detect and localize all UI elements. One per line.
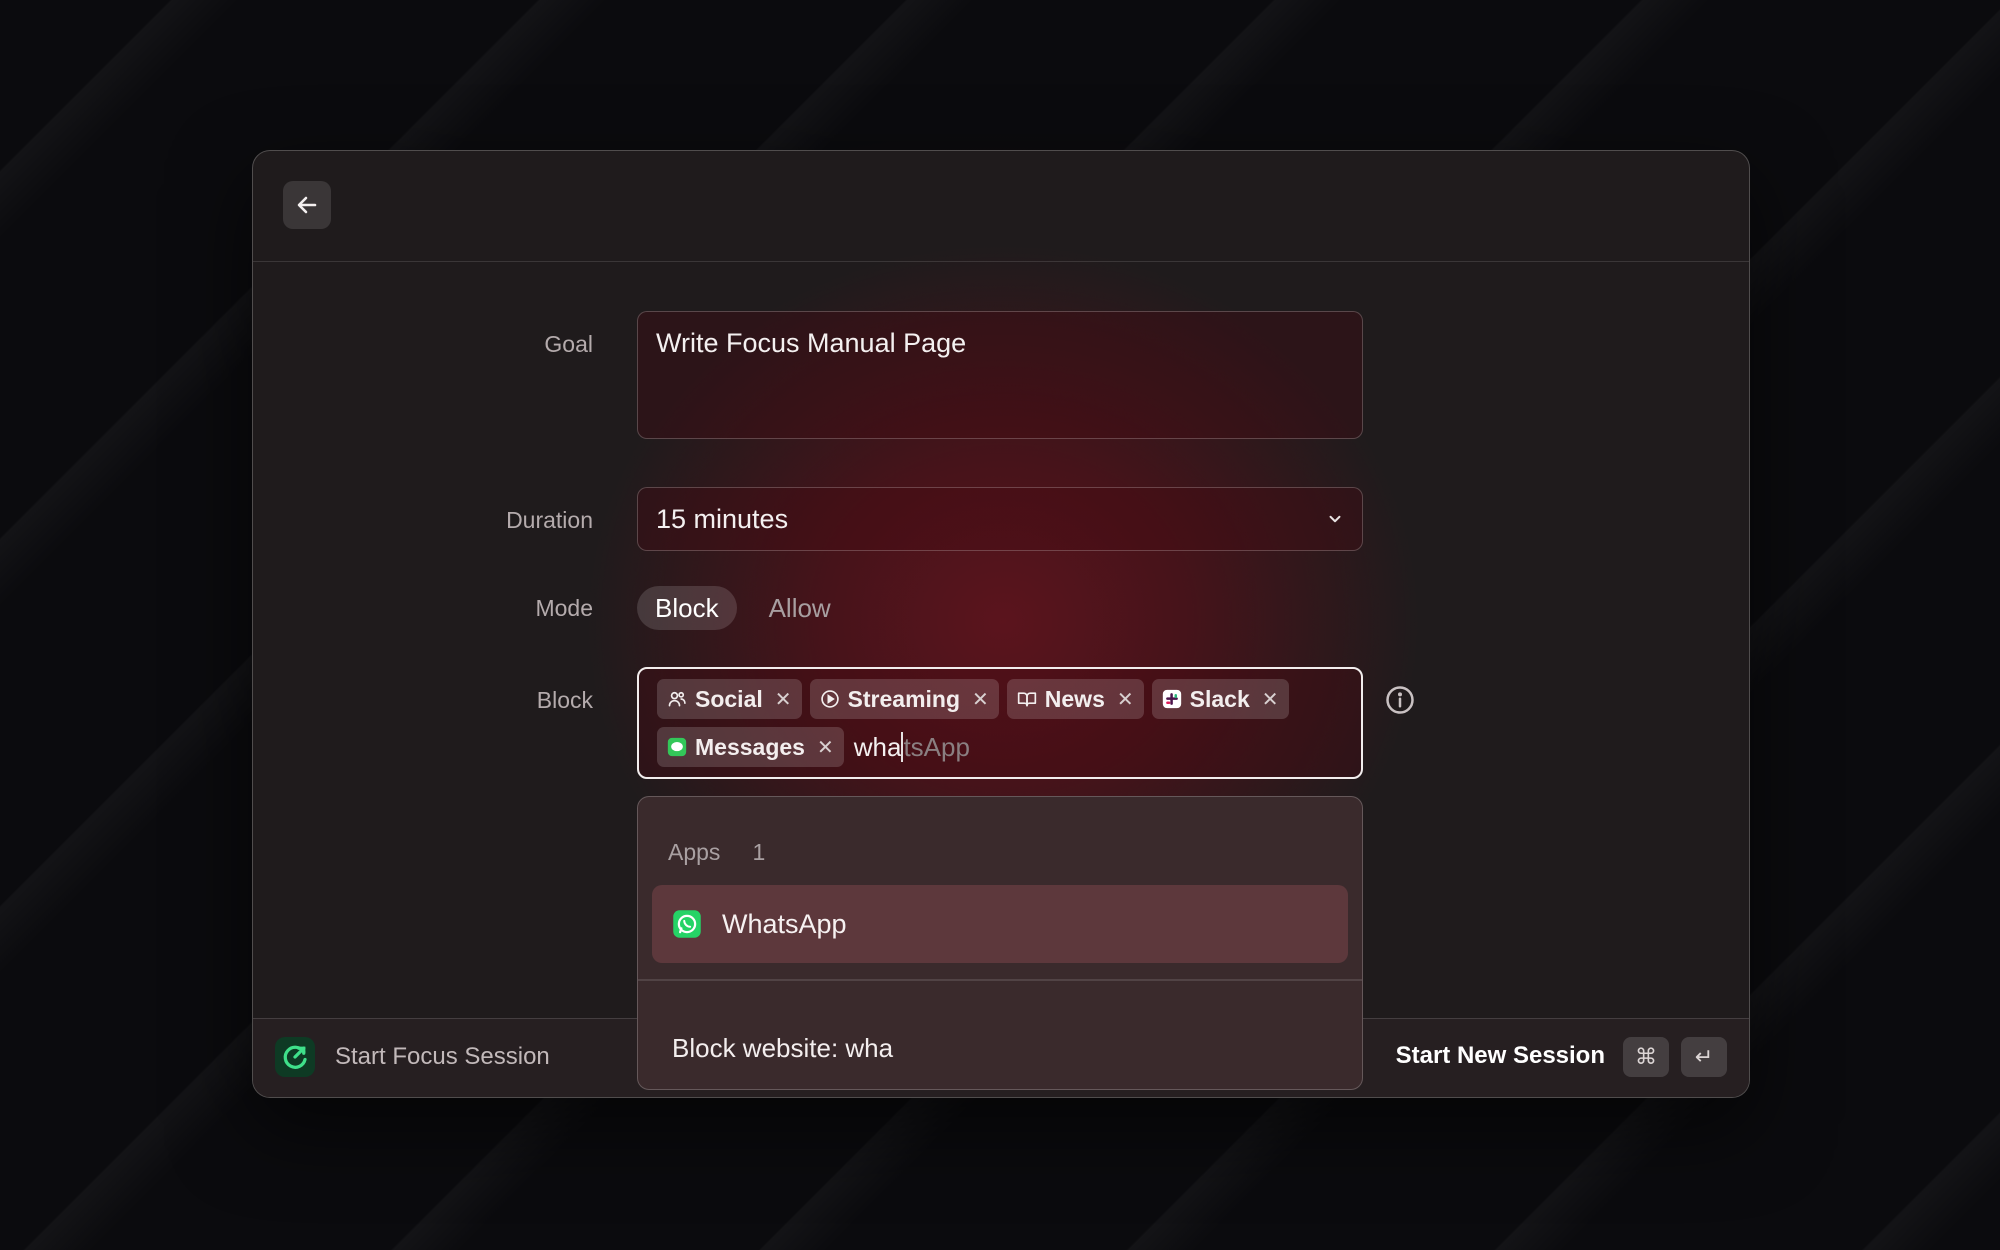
back-button[interactable] — [283, 181, 331, 229]
slack-icon — [1162, 689, 1181, 709]
dropdown-section-header: Apps 1 — [668, 839, 765, 866]
block-label: Block — [536, 687, 593, 713]
remove-chip-streaming-button[interactable]: ✕ — [972, 687, 989, 712]
start-new-session-button[interactable]: Start New Session — [1396, 1042, 1605, 1070]
chevron-down-icon — [1329, 515, 1341, 523]
duration-label: Duration — [506, 507, 593, 533]
focus-logo-icon — [283, 1045, 307, 1069]
whatsapp-icon — [673, 910, 701, 938]
typed-text: wha — [853, 731, 902, 762]
chip-messages: Messages ✕ — [657, 727, 844, 767]
chip-streaming: Streaming ✕ — [809, 679, 999, 719]
chip-label: Streaming — [847, 685, 961, 712]
people-icon — [668, 691, 686, 707]
play-circle-icon — [820, 690, 839, 708]
chip-social: Social ✕ — [657, 679, 802, 719]
shortcut-enter-key: ↵ — [1681, 1037, 1727, 1077]
title-bar — [253, 151, 1749, 262]
shortcut-cmd-key: ⌘ — [1623, 1037, 1669, 1077]
chip-label: Social — [695, 685, 763, 712]
remove-chip-social-button[interactable]: ✕ — [775, 687, 792, 712]
focus-session-window: Goal Write Focus Manual Page Duration 15… — [252, 150, 1750, 1098]
chip-slack: Slack ✕ — [1151, 679, 1289, 719]
section-title: Apps — [668, 839, 721, 865]
chip-news: News ✕ — [1006, 679, 1144, 719]
autocomplete-dropdown: Apps 1 WhatsApp Block website: wha — [637, 796, 1363, 1090]
remove-chip-slack-button[interactable]: ✕ — [1262, 687, 1279, 712]
footer-title: Start Focus Session — [335, 1043, 550, 1070]
remove-chip-news-button[interactable]: ✕ — [1117, 687, 1134, 712]
mode-option-block[interactable]: Block — [637, 586, 737, 630]
goal-label: Goal — [544, 331, 593, 357]
chip-label: News — [1044, 685, 1105, 712]
section-count: 1 — [752, 839, 766, 865]
goal-input[interactable]: Write Focus Manual Page — [637, 311, 1363, 439]
messages-icon — [667, 737, 687, 757]
info-icon[interactable] — [1385, 685, 1415, 715]
autocomplete-suggestion: tsApp — [903, 731, 970, 762]
chip-label: Slack — [1189, 685, 1250, 712]
arrow-left-icon — [297, 196, 317, 214]
suggestion-label: WhatsApp — [722, 908, 847, 939]
suggestion-whatsapp[interactable]: WhatsApp — [652, 885, 1348, 963]
chip-label: Messages — [695, 733, 805, 760]
mode-label: Mode — [535, 595, 593, 621]
focus-app-icon — [275, 1037, 315, 1077]
block-search-input[interactable]: wha tsApp — [854, 727, 970, 767]
remove-chip-messages-button[interactable]: ✕ — [817, 735, 834, 760]
block-website-action[interactable]: Block website: wha — [672, 1033, 893, 1064]
duration-value: 15 minutes — [656, 503, 789, 534]
mode-option-allow[interactable]: Allow — [751, 586, 849, 630]
block-list-input[interactable]: Social ✕ Streaming ✕ News ✕ Slack ✕ Mess… — [637, 667, 1363, 779]
duration-select[interactable]: 15 minutes — [637, 487, 1363, 551]
dropdown-divider — [638, 979, 1362, 981]
book-open-icon — [1017, 692, 1036, 707]
mode-toggle: Block Allow — [637, 586, 849, 630]
